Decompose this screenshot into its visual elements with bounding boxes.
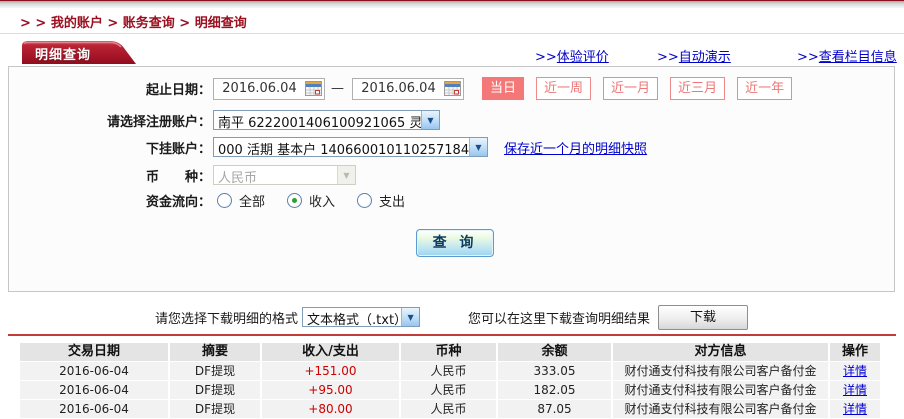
detail-link[interactable]: 详情 [843, 383, 867, 397]
breadcrumb-divider [0, 33, 904, 34]
breadcrumb[interactable]: > > 我的账户 > 账务查询 > 明细查询 [20, 12, 247, 31]
range-button-month[interactable]: 近一月 [603, 77, 658, 100]
sub-account-label: 下挂账户： [9, 138, 211, 157]
cell-counterparty: 财付通支付科技有限公司客户备付金 [613, 381, 828, 399]
cell-amount: +151.00 [262, 362, 399, 380]
table-row: 2016-06-04 DF提现 +80.00 人民币 87.05 财付通支付科技… [20, 400, 870, 418]
range-button-year[interactable]: 近一年 [737, 77, 792, 100]
query-form-panel: 起止日期： 2016.06.04 — 2016.06.04 [8, 66, 895, 292]
query-button[interactable]: 查 询 [416, 229, 494, 257]
cell-amount: +95.00 [262, 381, 399, 399]
link-prefix: >> [657, 50, 679, 65]
dropdown-arrow-icon[interactable]: ▼ [401, 308, 419, 326]
cell-balance: 182.05 [498, 381, 611, 399]
col-header-date: 交易日期 [20, 343, 168, 361]
link-text: 查看栏目信息 [819, 50, 897, 65]
link-prefix: >> [797, 50, 819, 65]
radio-all-icon[interactable] [217, 193, 232, 208]
col-header-balance: 余额 [498, 343, 611, 361]
cell-amount: +80.00 [262, 400, 399, 418]
link-auto-demo[interactable]: >>自动演示 [657, 46, 731, 65]
col-header-action: 操作 [830, 343, 880, 361]
dropdown-arrow-icon[interactable]: ▼ [421, 111, 439, 129]
cell-currency: 人民币 [401, 362, 496, 380]
download-format-select[interactable]: 文本格式（.txt） ▼ [302, 307, 420, 327]
date-range-row: 起止日期： 2016.06.04 — 2016.06.04 [9, 77, 894, 100]
flow-option-label: 全部 [239, 191, 265, 210]
cell-balance: 87.05 [498, 400, 611, 418]
table-row: 2016-06-04 DF提现 +95.00 人民币 182.05 财付通支付科… [20, 381, 870, 399]
radio-expense-icon[interactable] [357, 193, 372, 208]
link-column-info[interactable]: >>查看栏目信息 [797, 46, 897, 65]
flow-option-expense[interactable]: 支出 [357, 191, 405, 210]
download-button[interactable]: 下载 [658, 305, 748, 330]
top-gradient-strip [0, 0, 904, 8]
sub-account-value: 000 活期 基本户 1406600101102571848 [214, 138, 469, 156]
save-snapshot-link[interactable]: 保存近一个月的明细快照 [504, 138, 647, 157]
date-separator: — [331, 81, 344, 96]
table-row: 2016-06-04 DF提现 +151.00 人民币 333.05 财付通支付… [20, 362, 870, 380]
cell-counterparty: 财付通支付科技有限公司客户备付金 [613, 362, 828, 380]
end-date-input[interactable]: 2016.06.04 [352, 78, 464, 100]
cell-summary: DF提现 [170, 381, 260, 399]
calendar-icon[interactable] [305, 81, 322, 96]
link-text: 体验评价 [557, 50, 609, 65]
currency-row: 币 种： 人民币 ▼ [9, 165, 894, 185]
currency-value: 人民币 [214, 166, 337, 184]
fund-flow-label: 资金流向： [9, 191, 211, 210]
cell-date: 2016-06-04 [20, 400, 168, 418]
radio-income-icon[interactable] [287, 193, 302, 208]
cell-currency: 人民币 [401, 381, 496, 399]
flow-option-label: 收入 [309, 191, 335, 210]
cell-date: 2016-06-04 [20, 381, 168, 399]
flow-option-all[interactable]: 全部 [217, 191, 265, 210]
cell-summary: DF提现 [170, 362, 260, 380]
section-divider [8, 334, 896, 336]
link-text: 自动演示 [679, 50, 731, 65]
calendar-icon[interactable] [444, 81, 461, 96]
cell-date: 2016-06-04 [20, 362, 168, 380]
dropdown-arrow-icon[interactable]: ▼ [469, 138, 487, 156]
download-format-value: 文本格式（.txt） [303, 308, 401, 326]
detail-link[interactable]: 详情 [843, 364, 867, 378]
col-header-currency: 币种 [401, 343, 496, 361]
range-button-quarter[interactable]: 近三月 [670, 77, 725, 100]
flow-option-income[interactable]: 收入 [287, 191, 335, 210]
detail-link[interactable]: 详情 [843, 402, 867, 416]
registered-account-label: 请选择注册账户： [9, 111, 211, 130]
cell-counterparty: 财付通支付科技有限公司客户备付金 [613, 400, 828, 418]
link-prefix: >> [535, 50, 557, 65]
col-header-summary: 摘要 [170, 343, 260, 361]
cell-currency: 人民币 [401, 400, 496, 418]
tab-detail-query[interactable]: 明细查询 [22, 41, 140, 64]
sub-account-select[interactable]: 000 活期 基本户 1406600101102571848 ▼ [213, 137, 488, 157]
cell-balance: 333.05 [498, 362, 611, 380]
page: > > 我的账户 > 账务查询 > 明细查询 明细查询 >>体验评价 >>自动演… [0, 0, 904, 419]
registered-account-row: 请选择注册账户： 南平 6222001406100921065 灵通卡 ▼ [9, 110, 894, 130]
download-format-label: 请您选择下载明细的格式 [155, 308, 298, 327]
sub-account-row: 下挂账户： 000 活期 基本户 1406600101102571848 ▼ 保… [9, 137, 894, 157]
start-date-value: 2016.06.04 [214, 81, 305, 96]
date-range-label: 起止日期： [9, 79, 211, 98]
start-date-input[interactable]: 2016.06.04 [213, 78, 325, 100]
col-header-counterparty: 对方信息 [613, 343, 828, 361]
range-button-today[interactable]: 当日 [482, 77, 524, 100]
tab-label: 明细查询 [35, 44, 91, 63]
registered-account-value: 南平 6222001406100921065 灵通卡 [214, 111, 421, 129]
download-hint: 您可以在这里下载查询明细结果 [468, 308, 650, 327]
col-header-amount: 收入/支出 [262, 343, 399, 361]
currency-select: 人民币 ▼ [213, 165, 356, 185]
dropdown-arrow-icon: ▼ [337, 166, 355, 184]
cell-summary: DF提现 [170, 400, 260, 418]
fund-flow-row: 资金流向： 全部 收入 支出 [9, 191, 894, 210]
registered-account-select[interactable]: 南平 6222001406100921065 灵通卡 ▼ [213, 110, 440, 130]
currency-label: 币 种： [9, 166, 211, 185]
link-experience-review[interactable]: >>体验评价 [535, 46, 609, 65]
download-row: 请您选择下载明细的格式 文本格式（.txt） ▼ 您可以在这里下载查询明细结果 … [0, 303, 904, 331]
transactions-table: 交易日期 摘要 收入/支出 币种 余额 对方信息 操作 2016-06-04 D… [20, 343, 870, 419]
table-header-row: 交易日期 摘要 收入/支出 币种 余额 对方信息 操作 [20, 343, 870, 361]
flow-option-label: 支出 [379, 191, 405, 210]
end-date-value: 2016.06.04 [353, 81, 444, 96]
range-button-week[interactable]: 近一周 [536, 77, 591, 100]
